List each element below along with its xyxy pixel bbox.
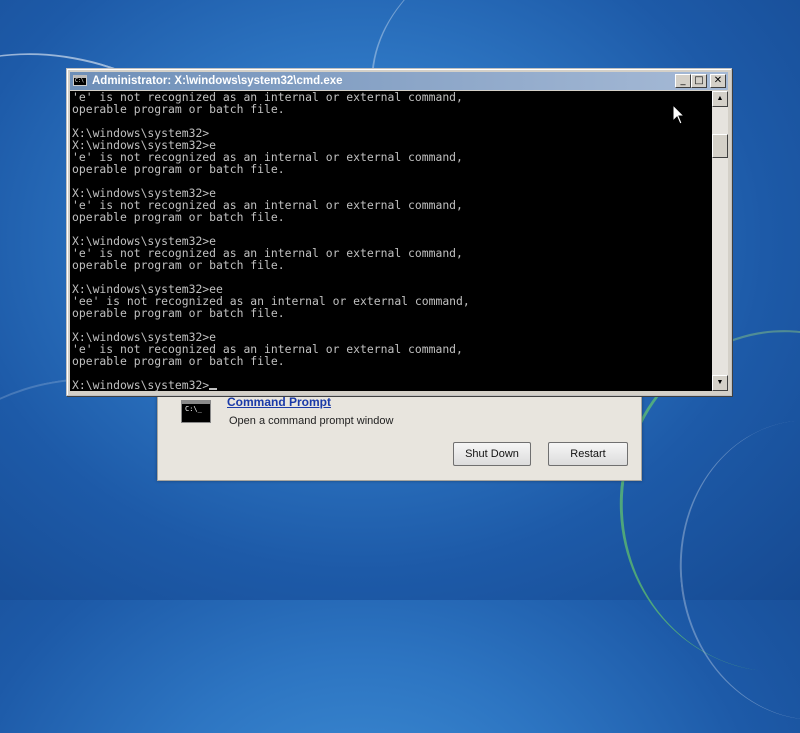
- text-cursor: [209, 388, 218, 390]
- command-prompt-link[interactable]: Command Prompt: [227, 395, 331, 409]
- console-area[interactable]: 'e' is not recognized as an internal or …: [70, 91, 712, 391]
- scrollbar-thumb[interactable]: [712, 134, 728, 158]
- console-prompt[interactable]: X:\windows\system32>: [72, 378, 218, 391]
- shut-down-button[interactable]: Shut Down: [453, 442, 531, 466]
- maximize-button[interactable]: □: [691, 74, 707, 88]
- console-output: 'e' is not recognized as an internal or …: [72, 91, 470, 368]
- wallpaper-streak: [665, 407, 800, 733]
- close-button[interactable]: ✕: [710, 74, 726, 88]
- restart-button[interactable]: Restart: [548, 442, 628, 466]
- cmd-window: C:\ Administrator: X:\windows\system32\c…: [66, 68, 732, 396]
- cmd-window-title: Administrator: X:\windows\system32\cmd.e…: [92, 75, 343, 87]
- vertical-scrollbar[interactable]: ▲ ▼: [712, 91, 728, 391]
- recovery-options-dialog: C:\_ Command Prompt Open a command promp…: [157, 385, 642, 481]
- command-prompt-description: Open a command prompt window: [229, 415, 394, 427]
- command-prompt-icon: C:\_: [181, 400, 211, 423]
- cmd-title-bar[interactable]: C:\ Administrator: X:\windows\system32\c…: [70, 72, 728, 90]
- mouse-pointer-icon: [672, 104, 686, 125]
- minimize-button[interactable]: _: [675, 74, 691, 88]
- scroll-down-icon[interactable]: ▼: [712, 375, 728, 391]
- prompt-text: X:\windows\system32>: [72, 378, 210, 391]
- cmd-window-icon[interactable]: C:\: [73, 75, 87, 86]
- scroll-up-icon[interactable]: ▲: [712, 91, 728, 107]
